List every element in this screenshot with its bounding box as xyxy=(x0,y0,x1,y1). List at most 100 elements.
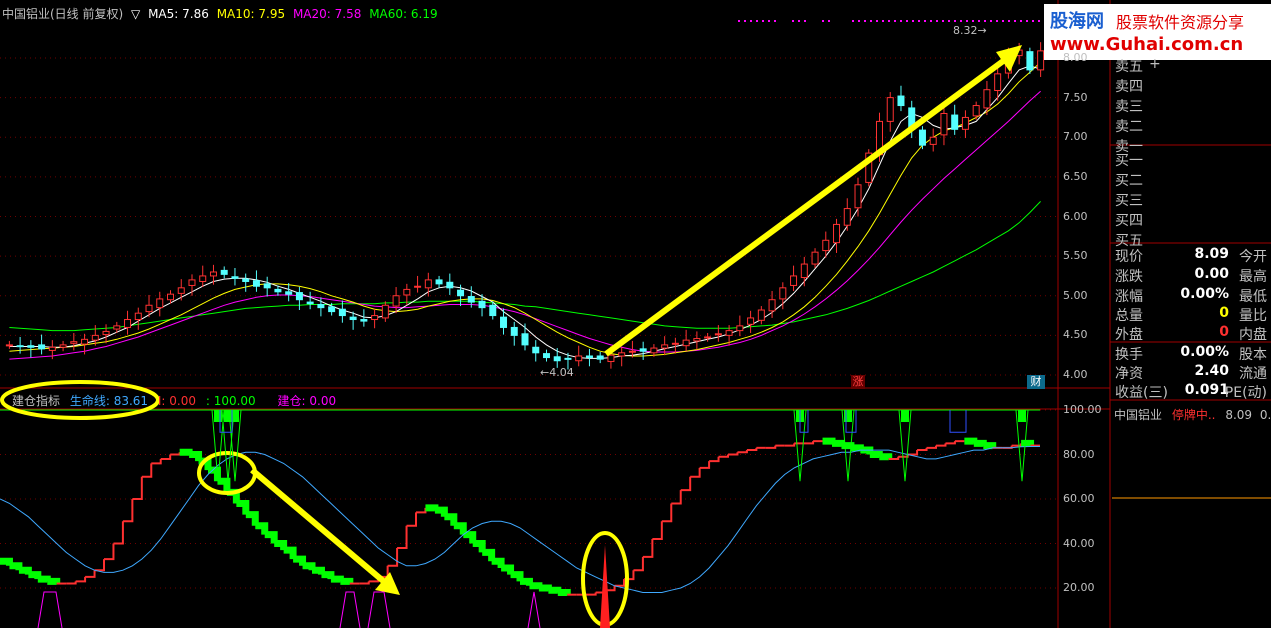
candle-body xyxy=(822,239,830,252)
signal-dot xyxy=(906,20,908,22)
signal-dot xyxy=(1038,20,1040,22)
signal-dot xyxy=(954,20,956,22)
candle-body xyxy=(252,280,260,287)
candle-body xyxy=(435,279,443,285)
indicator-step xyxy=(964,437,978,445)
signal-dot xyxy=(972,20,974,22)
candle-body xyxy=(564,357,572,360)
signal-dot xyxy=(924,20,926,22)
uptrend-arrowhead xyxy=(996,45,1022,72)
buy-level-4[interactable]: 买四 xyxy=(1115,210,1267,230)
candle-body xyxy=(328,306,336,313)
indicator-step xyxy=(104,543,115,561)
indicator-step xyxy=(850,444,864,452)
sell-level-label: 卖二 xyxy=(1115,119,1143,135)
candle-body xyxy=(833,223,841,244)
indicator-step xyxy=(482,548,496,562)
signal-dot xyxy=(750,20,752,22)
indicator-step xyxy=(936,443,947,447)
signal-dot xyxy=(948,20,950,22)
candle-body xyxy=(381,304,389,319)
candle-body xyxy=(446,281,454,289)
quote-value: 0.091 xyxy=(1184,382,1229,398)
buy-level-1[interactable]: 买一 xyxy=(1115,150,1267,170)
quote-panel: 卖五 + 卖四 卖三 卖二 卖一 买一 买二 买三 买四 买五 现价 8.09 今开 涨跌 0.00 最高涨… xyxy=(1112,0,1271,628)
price-tick-label: 6.50 xyxy=(1063,169,1088,183)
signal-dot xyxy=(744,20,746,22)
candle-body xyxy=(704,336,712,339)
indicator-tick-label: 100.00 xyxy=(1063,403,1102,416)
quote-row: 涨幅 0.00% 最低 xyxy=(1115,286,1267,306)
candle-body xyxy=(478,300,486,309)
indicator-step xyxy=(690,467,701,478)
high-annotation: 8.32→ xyxy=(953,24,987,37)
indicator-step xyxy=(122,499,134,523)
indicator-step xyxy=(18,566,32,575)
indicator-step xyxy=(416,507,427,514)
quote-label-2: 股本 xyxy=(1239,347,1267,363)
quote-label-2: 今开 xyxy=(1239,249,1267,265)
sell-level-2[interactable]: 卖二 xyxy=(1115,116,1267,136)
signal-dot xyxy=(1002,20,1004,22)
indicator-step xyxy=(160,454,172,460)
mini-quote[interactable]: 中国铝业 停牌中.. 8.09 0.00 xyxy=(1114,406,1271,423)
indicator-step xyxy=(728,452,739,456)
indicator-step xyxy=(860,446,874,455)
rise-badge[interactable]: 涨 xyxy=(851,375,865,389)
price-tick-label: 5.50 xyxy=(1063,249,1088,263)
indicator-step xyxy=(765,445,777,449)
indicator-step xyxy=(406,512,417,527)
signal-box xyxy=(949,410,967,433)
build-spike xyxy=(600,545,610,628)
signal-dot xyxy=(888,20,890,22)
indicator-step xyxy=(28,571,42,580)
indicator-step xyxy=(917,447,928,452)
quote-row: 涨跌 0.00 最高 xyxy=(1115,266,1267,286)
indicator-tick-label: 60.00 xyxy=(1063,492,1095,505)
sell-level-4[interactable]: 卖四 xyxy=(1115,76,1267,96)
indicator-step xyxy=(75,576,87,583)
candle-body xyxy=(843,208,851,226)
sell-level-3[interactable]: 卖三 xyxy=(1115,96,1267,116)
indicator-step xyxy=(548,586,562,594)
candle-body xyxy=(500,316,508,328)
candle-body xyxy=(16,345,24,348)
indicator-step xyxy=(472,540,486,553)
signal-dot xyxy=(822,20,824,22)
buy-level-2[interactable]: 买二 xyxy=(1115,170,1267,190)
candle-body xyxy=(489,304,497,317)
candle-body xyxy=(951,114,959,130)
sell-level-5[interactable]: 卖五 + xyxy=(1115,56,1267,76)
signal-dot xyxy=(798,20,800,22)
candle-body xyxy=(714,333,722,336)
quote-value: 0 xyxy=(1219,324,1229,340)
buy-level-3[interactable]: 买三 xyxy=(1115,190,1267,210)
indicator-step xyxy=(926,445,937,449)
indicator-step xyxy=(822,437,836,445)
signal-dot xyxy=(762,20,764,22)
indicator-step xyxy=(330,575,344,583)
mini-quote-status: 停牌中.. xyxy=(1171,408,1216,422)
indicator-step xyxy=(983,442,997,450)
quote-label-2: 最低 xyxy=(1239,289,1267,305)
indicator-step xyxy=(321,571,335,580)
candle-body xyxy=(542,353,550,359)
indicator-step xyxy=(652,521,663,541)
candle-body xyxy=(220,269,228,275)
candle-body xyxy=(940,112,948,136)
indicator-step xyxy=(510,571,524,582)
indicator-step xyxy=(718,454,729,458)
candle-body xyxy=(972,105,980,117)
candle-body xyxy=(91,334,99,341)
candle-body xyxy=(585,355,593,359)
indicator-step xyxy=(94,559,105,572)
indicator-step xyxy=(557,588,571,596)
finance-badge[interactable]: 财 xyxy=(1027,375,1045,389)
candle-body xyxy=(134,312,142,321)
indicator-step xyxy=(283,546,297,560)
header-marker[interactable]: ▽ xyxy=(131,7,140,21)
quote-label: 外盘 xyxy=(1115,327,1143,343)
quote-label-2: 流通 xyxy=(1239,366,1267,382)
candle-body xyxy=(510,326,518,336)
quote-label: 换手 xyxy=(1115,347,1143,363)
